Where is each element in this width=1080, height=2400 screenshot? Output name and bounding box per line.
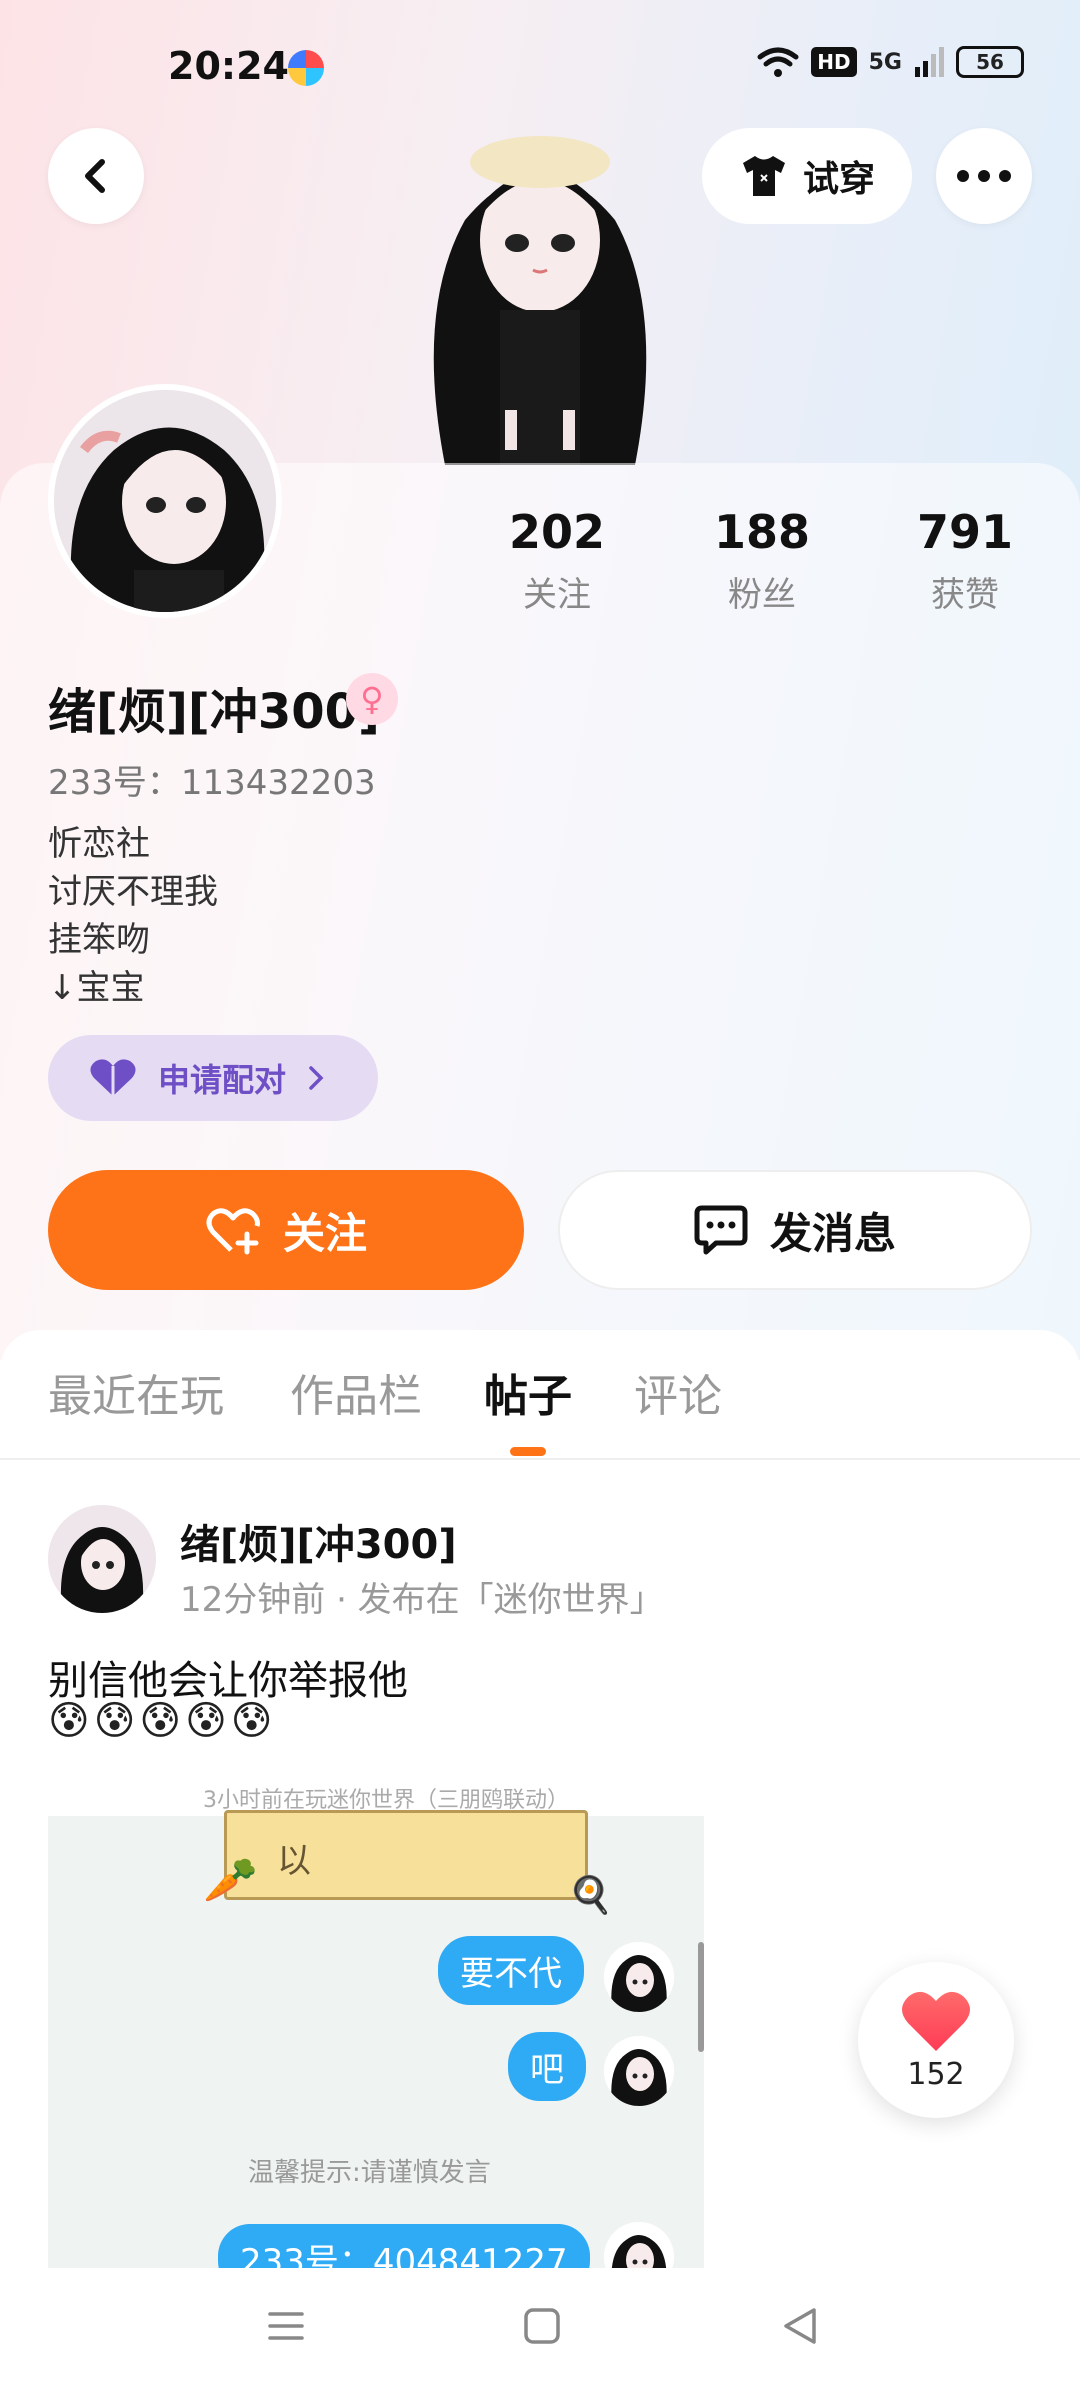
- chat-bubble: 233号：404841227: [218, 2224, 590, 2268]
- post-meta: 12分钟前 · 发布在「迷你世界」: [180, 1580, 664, 1620]
- post-image[interactable]: 3小时前在玩迷你世界（三朋鸥联动） 以 🥕 🍳 要不代 吧 温馨提示:请谨慎发言…: [48, 1782, 704, 2268]
- chat-avatar: [604, 1942, 674, 2012]
- chat-avatar: [604, 2036, 674, 2106]
- tab-recently-played[interactable]: 最近在玩: [48, 1360, 224, 1424]
- fans-count: 188: [713, 505, 811, 559]
- back-nav-icon[interactable]: [780, 2306, 820, 2346]
- likes-label: 获赞: [931, 575, 999, 615]
- chevron-right-icon: [309, 1066, 324, 1090]
- tab-comments[interactable]: 评论: [634, 1360, 722, 1424]
- image-scrollbar: [698, 1942, 704, 2052]
- more-horizontal-icon: [957, 170, 1011, 182]
- chat-bubble: 要不代: [438, 1936, 584, 2005]
- chevron-left-icon: [85, 159, 105, 193]
- bio-line: 挂笨吻: [48, 920, 150, 960]
- pair-label: 申请配对: [158, 1061, 287, 1099]
- chat-tip: 温馨提示:请谨慎发言: [248, 2158, 491, 2188]
- image-card-text: 以: [277, 1841, 311, 1881]
- post-author-name[interactable]: 绪[烦][冲300]: [180, 1512, 457, 1570]
- message-label: 发消息: [769, 1208, 896, 1258]
- chat-bubble-icon: [694, 1205, 748, 1255]
- heart-plus-icon: [206, 1208, 260, 1255]
- home-icon[interactable]: [522, 2306, 562, 2346]
- bio-line: 讨厌不理我: [48, 872, 218, 912]
- post-author-avatar[interactable]: [48, 1505, 156, 1613]
- chat-bubble: 吧: [508, 2032, 586, 2101]
- stat-likes[interactable]: 791 获赞: [885, 505, 1045, 616]
- like-button[interactable]: 152: [858, 1962, 1014, 2118]
- carrot-sticker-icon: 🥕: [203, 1855, 258, 1906]
- bio-line: 忻恋社: [48, 824, 150, 864]
- divider: [0, 1458, 1080, 1460]
- bio-line: ↓宝宝: [48, 968, 145, 1008]
- profile-tabs: 最近在玩 作品栏 帖子 评论: [0, 1360, 1080, 1460]
- following-label: 关注: [523, 575, 591, 615]
- following-count: 202: [508, 505, 606, 559]
- profile-bio: 忻恋社 讨厌不理我 挂笨吻 ↓宝宝: [48, 820, 218, 1012]
- tab-works[interactable]: 作品栏: [290, 1360, 422, 1424]
- tshirt-icon: [742, 156, 785, 196]
- status-indicators: HD 5G 56: [757, 46, 1024, 78]
- menu-icon[interactable]: [266, 2306, 306, 2346]
- egg-sticker-icon: 🍳: [568, 1875, 613, 1916]
- try-on-label: 试穿: [802, 159, 875, 200]
- signal-icon: [915, 47, 944, 77]
- battery-icon: 56: [956, 46, 1024, 78]
- more-button[interactable]: [936, 128, 1032, 224]
- likes-count: 791: [916, 505, 1014, 559]
- network-type: 5G: [868, 49, 902, 75]
- follow-label: 关注: [282, 1208, 367, 1258]
- chat-avatar: [604, 2222, 674, 2268]
- avatar-3d-figure: [405, 110, 675, 465]
- profile-uid: 233号：113432203: [48, 763, 376, 803]
- heart-icon: [902, 1991, 970, 2051]
- battery-level: 56: [976, 50, 1004, 74]
- message-button[interactable]: 发消息: [558, 1170, 1032, 1290]
- fans-label: 粉丝: [728, 575, 796, 615]
- tab-posts[interactable]: 帖子: [484, 1360, 572, 1424]
- pair-request-button[interactable]: 申请配对: [48, 1035, 378, 1121]
- like-count: 152: [907, 2056, 965, 2092]
- heart-pair-icon: [90, 1059, 136, 1096]
- app-notification-icon: [288, 50, 324, 86]
- tab-active-indicator: [510, 1447, 546, 1456]
- wifi-icon: [757, 47, 799, 77]
- back-button[interactable]: [48, 128, 144, 224]
- hd-badge: HD: [811, 47, 857, 77]
- female-icon: ♀: [346, 673, 398, 725]
- profile-avatar[interactable]: [48, 384, 282, 618]
- stat-fans[interactable]: 188 粉丝: [682, 505, 842, 616]
- try-on-button[interactable]: 试穿: [702, 128, 912, 224]
- profile-name: 绪[烦][冲300]: [48, 684, 380, 740]
- stat-following[interactable]: 202 关注: [477, 505, 637, 616]
- system-nav-bar: [0, 2268, 1080, 2400]
- status-time: 20:24: [168, 44, 289, 88]
- follow-button[interactable]: 关注: [48, 1170, 524, 1290]
- image-yellow-card: 以: [224, 1810, 588, 1900]
- post-emoji: 😰😰😰😰😰: [48, 1698, 277, 1744]
